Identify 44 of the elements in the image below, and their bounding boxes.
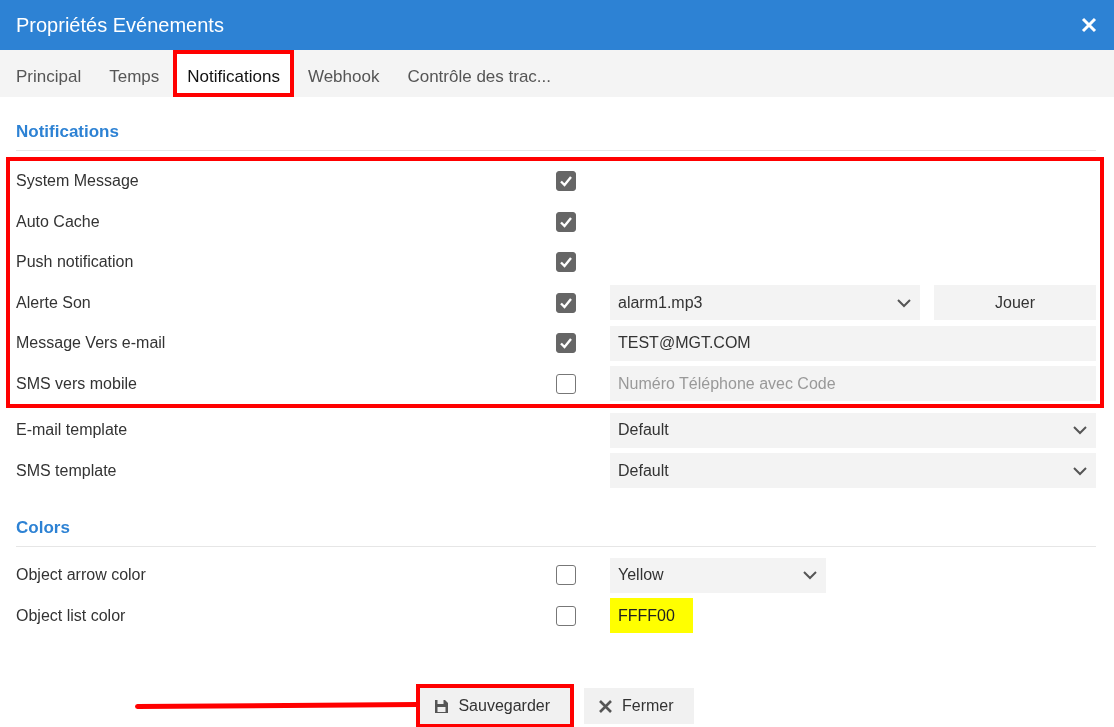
checkbox[interactable] (556, 252, 576, 273)
field-label: System Message (16, 172, 140, 191)
chevron-down-icon (1072, 465, 1088, 476)
checkbox[interactable] (556, 292, 576, 313)
section-title: Notifications (16, 122, 120, 142)
color-dropdown[interactable]: Yellow (610, 557, 826, 593)
chevron-down-icon (896, 297, 912, 308)
play-button[interactable]: Jouer (934, 285, 1096, 321)
field-label: Auto Cache (16, 212, 101, 231)
close-icon[interactable] (1081, 17, 1097, 33)
template-dropdown[interactable]: Default (610, 412, 1096, 448)
close-icon (598, 698, 614, 714)
template-dropdown[interactable]: Default (610, 453, 1096, 489)
chevron-down-icon (1072, 425, 1088, 436)
tab[interactable]: Notifications (173, 50, 294, 97)
field-label: Alerte Son (16, 293, 92, 312)
tab[interactable]: Webhook (293, 50, 394, 97)
field-label: SMS template (16, 461, 118, 480)
field-label: Object arrow color (16, 566, 147, 585)
sound-dropdown[interactable]: alarm1.mp3 (610, 285, 920, 321)
field-label: E-mail template (16, 421, 129, 440)
field-label: Push notification (16, 253, 135, 272)
tab[interactable]: Principal (2, 50, 96, 97)
close-button[interactable]: Fermer (584, 688, 694, 724)
checkmark-icon (559, 174, 573, 189)
checkbox[interactable] (556, 373, 576, 394)
input-field[interactable]: Numéro Téléphone avec Code (610, 366, 1096, 402)
field-label: Object list color (16, 606, 127, 625)
field-label: Message Vers e-mail (16, 334, 167, 353)
field-label: SMS vers mobile (16, 374, 138, 393)
checkmark-icon (559, 336, 573, 351)
tab[interactable]: Contrôle des trac... (393, 50, 566, 97)
input-field[interactable]: TEST@MGT.COM (610, 325, 1096, 361)
chevron-down-icon (802, 570, 818, 581)
tab[interactable]: Temps (95, 50, 174, 97)
window-title: Propriétés Evénements (16, 13, 224, 37)
section-title: Colors (16, 518, 71, 538)
checkbox[interactable] (556, 565, 576, 586)
checkbox[interactable] (556, 333, 576, 354)
checkbox[interactable] (556, 211, 576, 232)
color-field[interactable]: FFFF00 (610, 598, 693, 634)
checkbox[interactable] (556, 171, 576, 192)
checkbox[interactable] (556, 605, 576, 626)
checkmark-icon (559, 255, 573, 270)
